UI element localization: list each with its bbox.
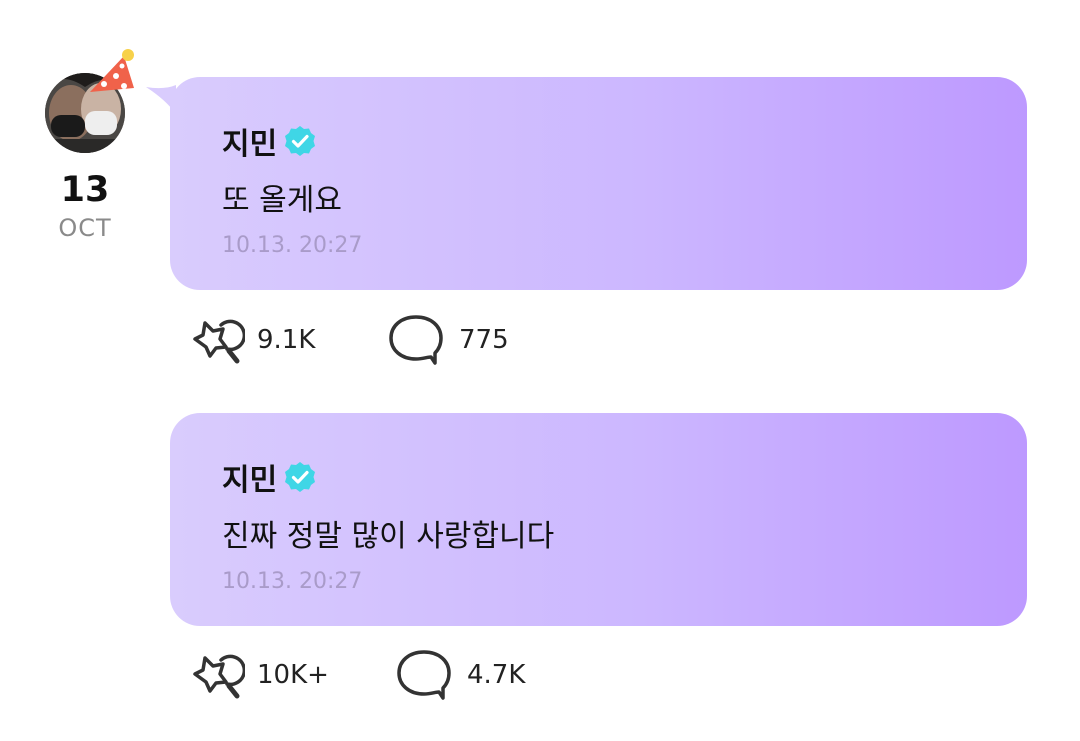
party-hat-icon (90, 49, 134, 92)
message-text: 또 올게요 (222, 183, 342, 218)
post-actions: 10K+ 4.7K (183, 645, 683, 705)
verified-badge-icon (285, 126, 316, 156)
author-row: 지민 (222, 119, 317, 163)
like-button[interactable]: 10K+ (183, 645, 329, 705)
speech-bubble-icon (397, 650, 451, 700)
verified-badge-icon (285, 462, 316, 492)
like-button[interactable]: 9.1K (183, 310, 315, 370)
like-count: 9.1K (257, 325, 316, 355)
author-name[interactable]: 지민 (222, 119, 277, 163)
comment-button[interactable]: 775 (385, 310, 509, 370)
speech-bubble-icon (389, 315, 443, 365)
post-actions: 9.1K 775 (183, 310, 683, 370)
comment-count: 4.7K (467, 660, 526, 690)
date-month: OCT (58, 214, 112, 242)
comment-count: 775 (459, 325, 509, 355)
date-day: 13 (60, 170, 110, 210)
like-count: 10K+ (257, 660, 329, 690)
star-wand-icon (193, 654, 245, 699)
author-row: 지민 (222, 455, 317, 499)
message-bubble[interactable]: 지민 진짜 정말 많이 사랑합니다 10.13. 20:27 (170, 413, 1027, 626)
message-bubble[interactable]: 지민 또 올게요 10.13. 20:27 (170, 77, 1027, 290)
post-feed: 13 OCT 지민 또 올게요 10.13. 20:27 9.1K 775 지민… (0, 0, 1080, 741)
timestamp: 10.13. 20:27 (222, 233, 363, 258)
star-wand-icon (193, 319, 245, 364)
message-text: 진짜 정말 많이 사랑합니다 (222, 519, 555, 554)
timestamp: 10.13. 20:27 (222, 569, 363, 594)
comment-button[interactable]: 4.7K (393, 645, 525, 705)
author-name[interactable]: 지민 (222, 455, 277, 499)
